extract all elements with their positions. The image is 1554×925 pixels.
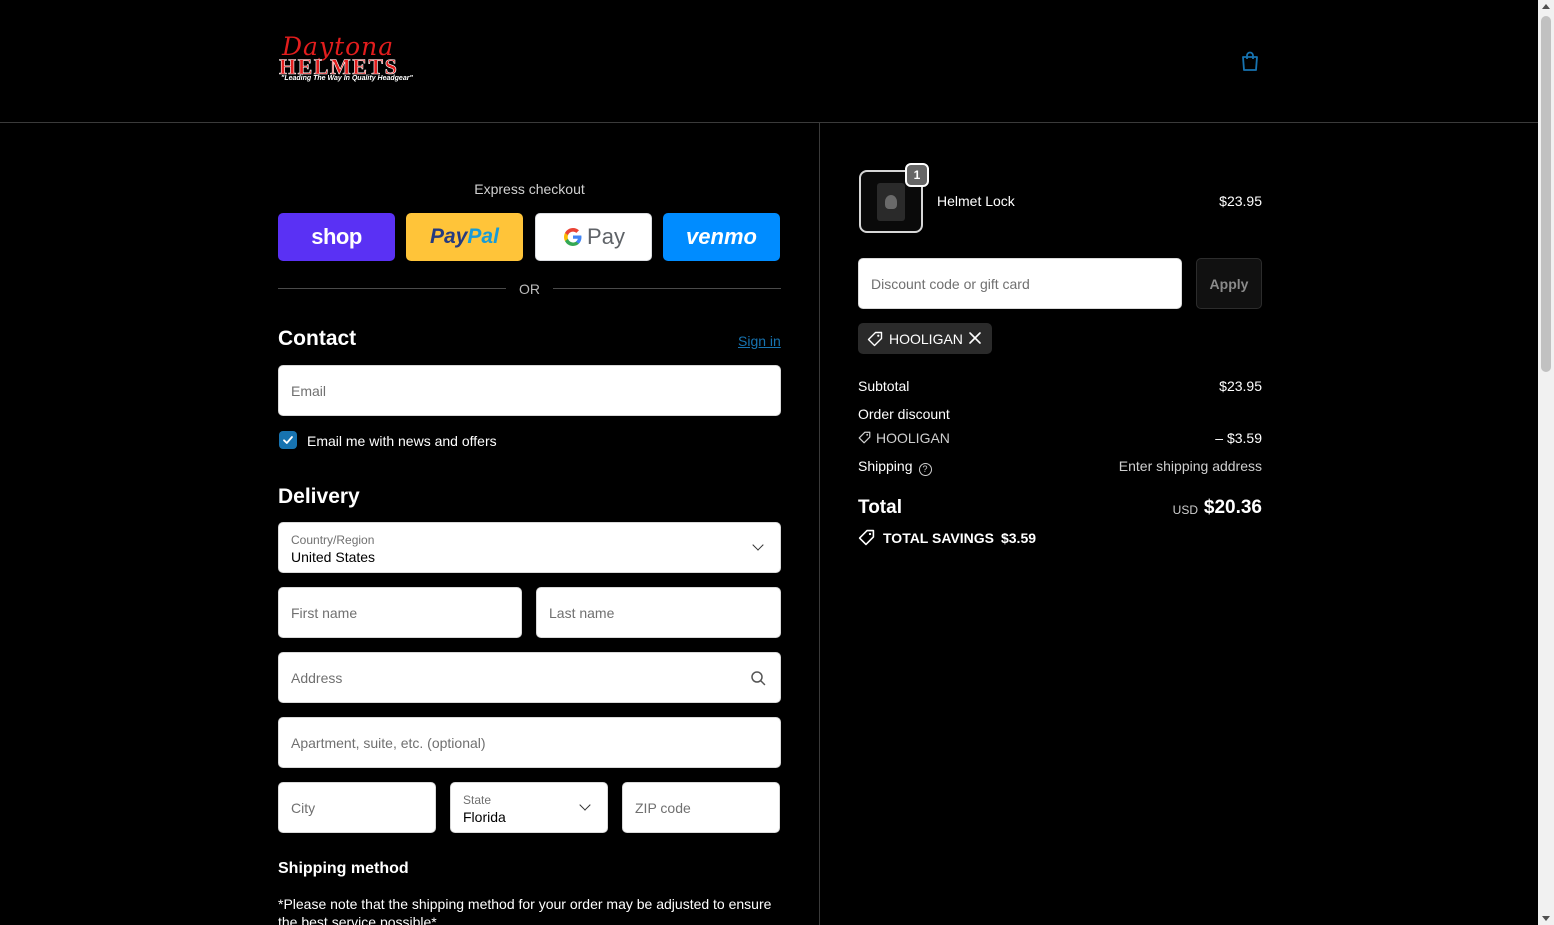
address-field[interactable]: Address — [278, 652, 781, 703]
tag-icon — [858, 431, 871, 444]
city-placeholder: City — [291, 799, 316, 816]
last-name-field[interactable]: Last name — [536, 587, 781, 638]
email-placeholder: Email — [291, 382, 327, 399]
applied-discount-code: HOOLIGAN — [889, 330, 963, 347]
chevron-down-icon — [752, 539, 764, 551]
helmet-lock-image — [877, 183, 905, 221]
newsletter-label: Email me with news and offers — [307, 433, 497, 449]
site-header: Daytona HELMETS "Leading The Way In Qual… — [0, 0, 1538, 123]
sign-in-link[interactable]: Sign in — [738, 333, 781, 349]
discount-code-row: HOOLIGAN – $3.59 — [858, 430, 1262, 446]
shipping-row: Shipping? Enter shipping address — [858, 458, 1262, 476]
total-savings: TOTAL SAVINGS $3.59 — [858, 529, 1036, 546]
shopping-bag-icon[interactable] — [1239, 50, 1261, 72]
country-label: Country/Region — [291, 533, 375, 547]
column-divider — [819, 123, 820, 925]
country-value: United States — [291, 549, 376, 565]
scroll-down-arrow-icon[interactable] — [1542, 916, 1550, 921]
venmo-button[interactable]: venmo — [663, 213, 780, 261]
chevron-down-icon — [579, 799, 591, 811]
order-discount-row: Order discount — [858, 406, 1262, 422]
last-name-placeholder: Last name — [549, 604, 615, 621]
subtotal-row: Subtotal $23.95 — [858, 378, 1262, 394]
first-name-placeholder: First name — [291, 604, 358, 621]
state-value: Florida — [463, 809, 506, 825]
or-divider: OR — [278, 280, 781, 298]
subtotal-label: Subtotal — [858, 378, 910, 394]
venmo-label: venmo — [686, 224, 757, 249]
shipping-label: Shipping — [858, 458, 913, 474]
total-label: Total — [858, 497, 902, 518]
savings-value: $3.59 — [1000, 529, 1037, 546]
subtotal-value: $23.95 — [1219, 378, 1262, 394]
savings-label: TOTAL SAVINGS — [883, 529, 994, 546]
total-value: $20.36 — [1203, 497, 1262, 518]
newsletter-checkbox[interactable] — [279, 431, 297, 449]
express-checkout-title: Express checkout — [474, 181, 585, 197]
savings-tag-icon — [858, 529, 875, 546]
product-price: $23.95 — [1219, 193, 1262, 209]
paypal-label-part1: Pay — [430, 225, 468, 248]
help-icon[interactable]: ? — [918, 463, 932, 476]
paypal-button[interactable]: Pay Pal — [406, 213, 523, 261]
product-name: Helmet Lock — [937, 193, 1015, 209]
discount-placeholder: Discount code or gift card — [871, 275, 1030, 292]
email-field[interactable]: Email — [278, 365, 781, 416]
logo-tagline: "Leading The Way In Quality Headgear" — [281, 75, 413, 82]
google-pay-button[interactable]: Pay — [535, 213, 652, 261]
google-pay-label: Pay — [587, 224, 625, 249]
state-select[interactable]: State Florida — [450, 782, 608, 833]
checkmark-icon — [283, 436, 293, 444]
scrollbar-thumb[interactable] — [1541, 16, 1551, 372]
first-name-field[interactable]: First name — [278, 587, 522, 638]
or-label: OR — [519, 281, 540, 297]
or-divider-line-right — [553, 288, 781, 289]
delivery-heading: Delivery — [278, 485, 360, 508]
city-field[interactable]: City — [278, 782, 436, 833]
shop-pay-label: shop — [311, 224, 362, 249]
state-label: State — [463, 793, 492, 807]
zip-field[interactable]: ZIP code — [622, 782, 780, 833]
daytona-helmets-logo[interactable]: Daytona HELMETS "Leading The Way In Qual… — [279, 32, 421, 86]
apartment-placeholder: Apartment, suite, etc. (optional) — [291, 734, 486, 751]
total-currency: USD — [1172, 503, 1198, 517]
shop-pay-button[interactable]: shop — [278, 213, 395, 261]
applied-discount-chip: HOOLIGAN — [858, 323, 992, 354]
apply-discount-button[interactable]: Apply — [1196, 258, 1262, 309]
shipping-value: Enter shipping address — [1118, 458, 1262, 474]
remove-discount-icon[interactable] — [968, 331, 982, 345]
discount-amount: – $3.59 — [1215, 430, 1262, 446]
shipping-note: *Please note that the shipping method fo… — [278, 896, 772, 925]
page-scrollbar[interactable] — [1538, 0, 1554, 925]
paypal-label-part2: Pal — [467, 225, 499, 248]
contact-heading: Contact — [278, 327, 357, 350]
shipping-method-heading: Shipping method — [278, 860, 409, 877]
google-g-icon — [564, 228, 582, 246]
discount-code-name: HOOLIGAN — [876, 430, 950, 446]
zip-placeholder: ZIP code — [635, 799, 691, 816]
search-icon — [751, 671, 766, 686]
quantity-badge: 1 — [905, 163, 929, 187]
address-placeholder: Address — [291, 669, 343, 686]
apartment-field[interactable]: Apartment, suite, etc. (optional) — [278, 717, 781, 768]
country-select[interactable]: Country/Region United States — [278, 522, 781, 573]
order-discount-label: Order discount — [858, 406, 950, 422]
tag-icon — [867, 331, 883, 346]
discount-code-field[interactable]: Discount code or gift card — [858, 258, 1182, 309]
scroll-up-arrow-icon[interactable] — [1542, 4, 1550, 9]
